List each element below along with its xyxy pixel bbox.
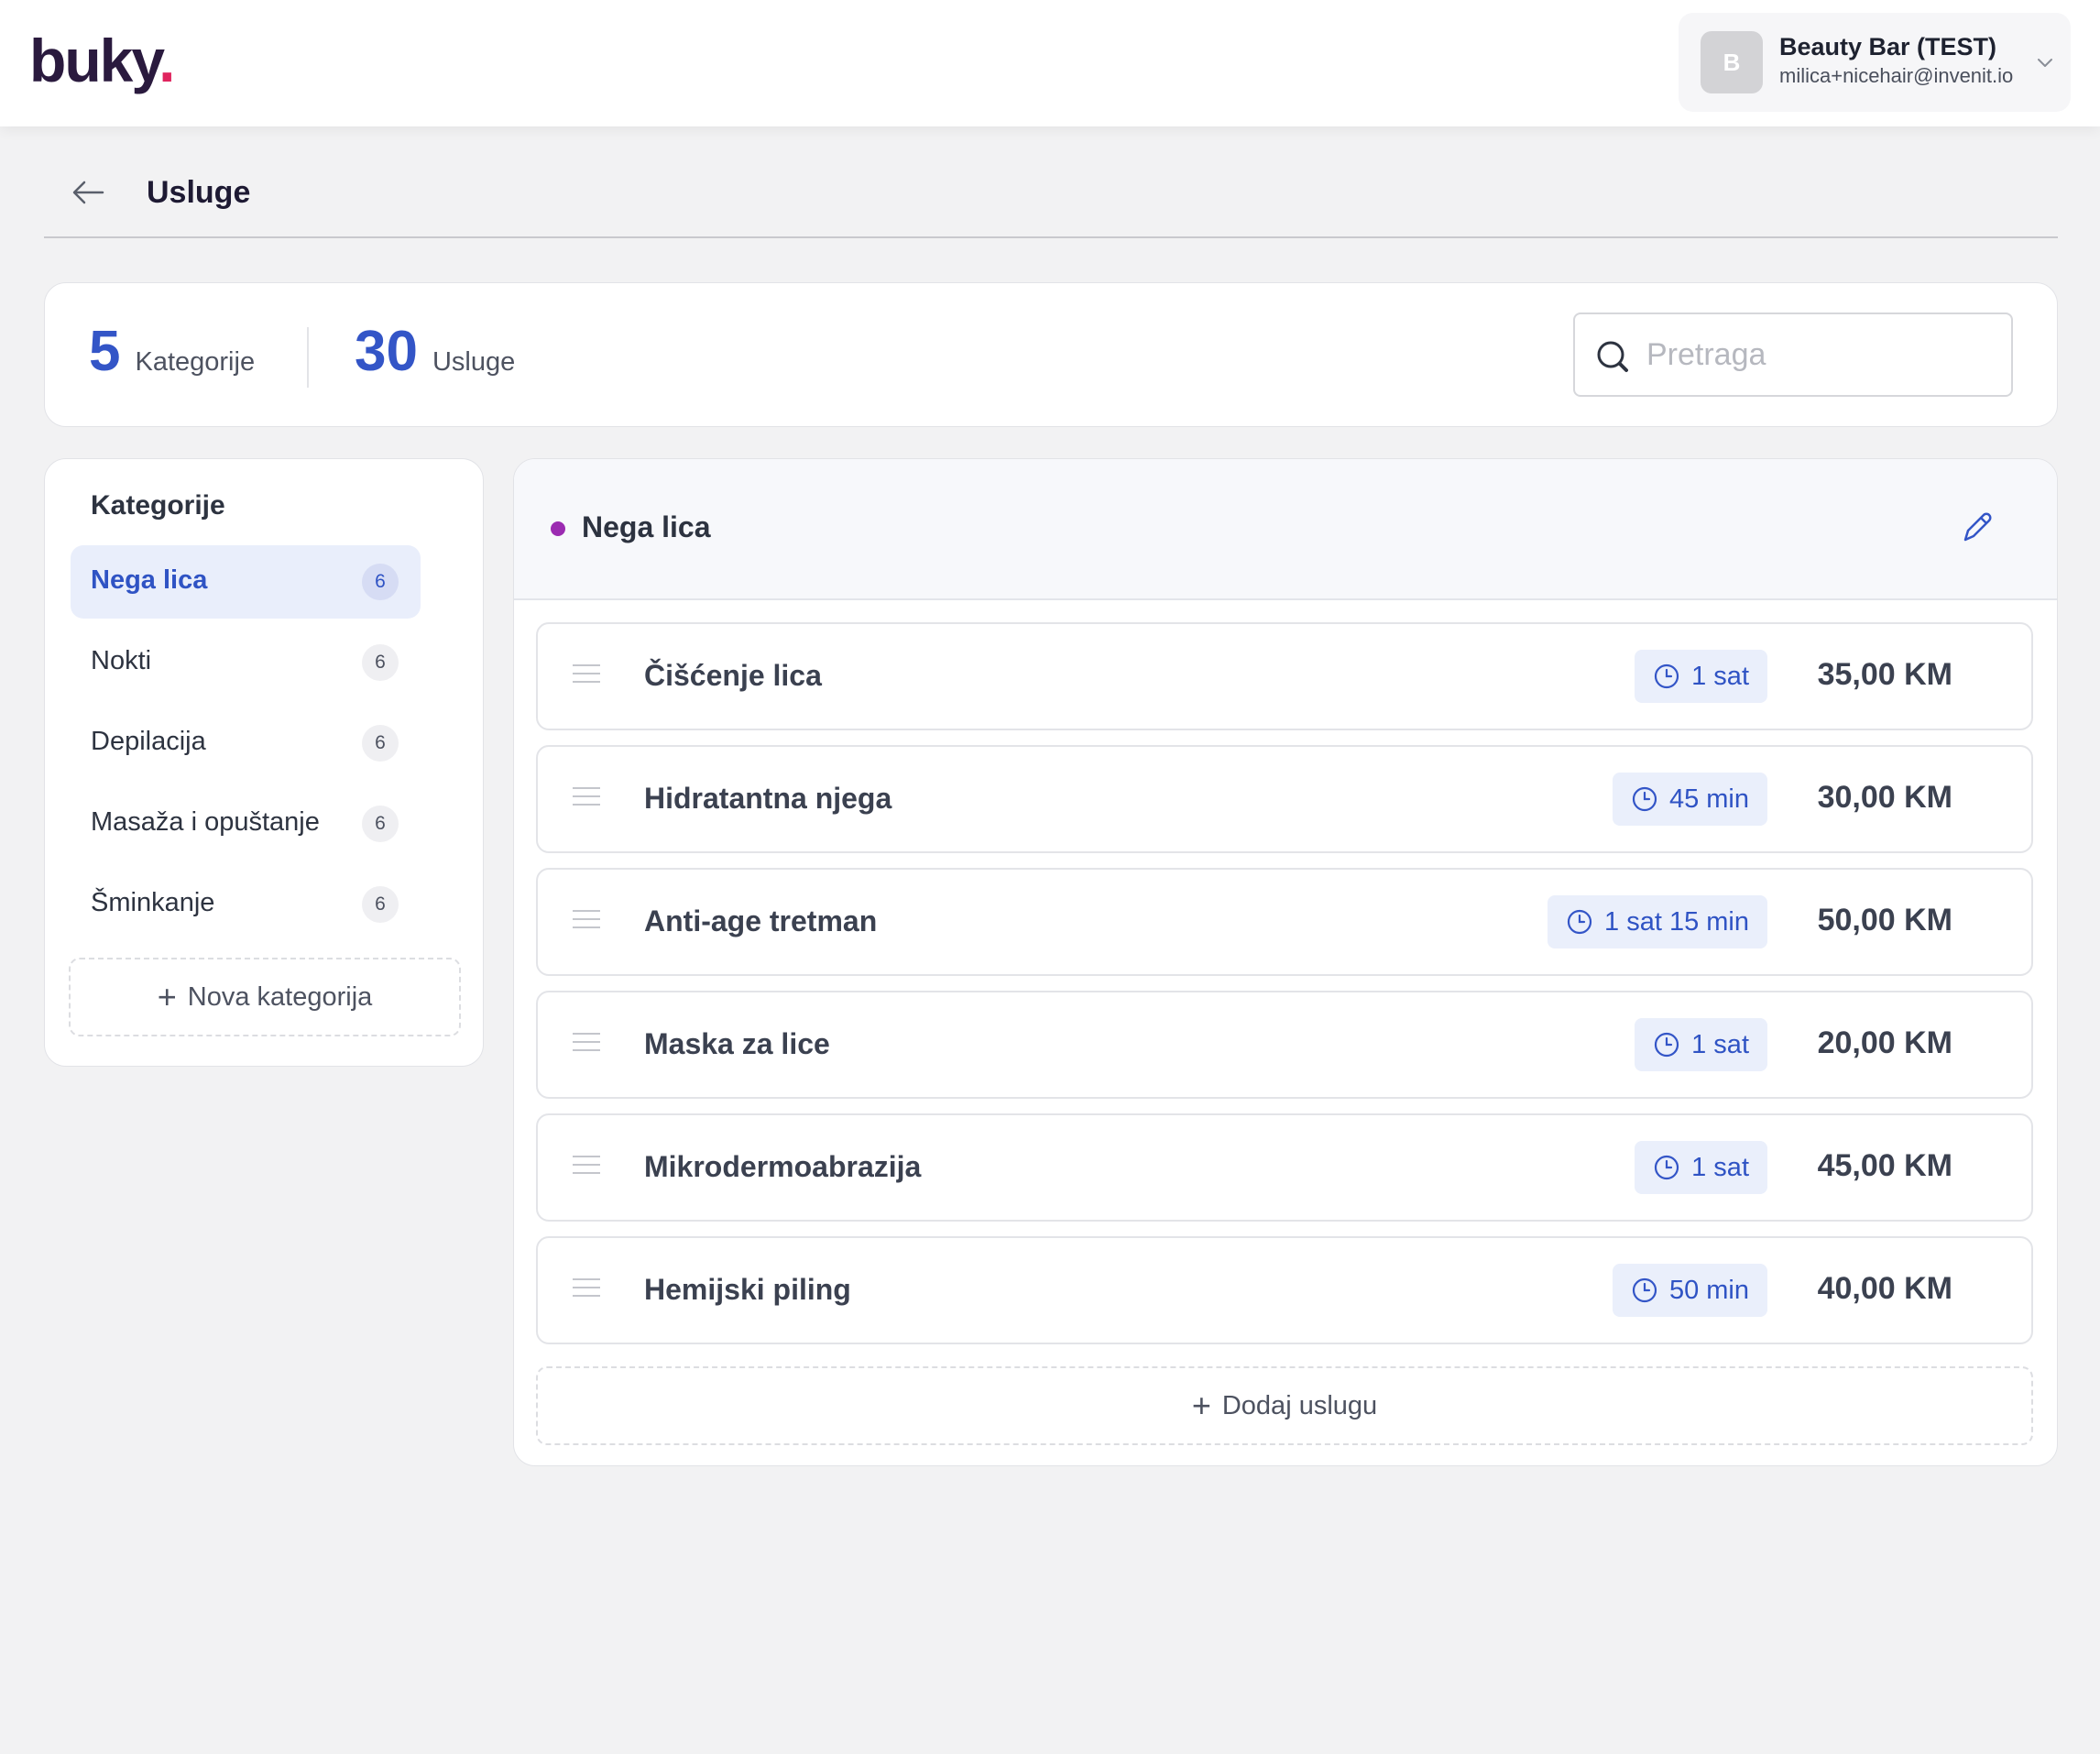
category-count-badge: 6 (362, 725, 399, 762)
account-name: Beauty Bar (TEST) (1779, 33, 1997, 60)
services-count: 30 (355, 320, 418, 383)
service-row[interactable]: Hidratantna njega 45 min 30,00 KM (536, 745, 2033, 853)
buky-logo[interactable]: buky. (29, 27, 176, 94)
clock-icon (1632, 1277, 1657, 1303)
service-price: 45,00 KM (1817, 1148, 1952, 1183)
pencil-icon[interactable] (1958, 509, 1996, 547)
duration-text: 50 min (1668, 1275, 1749, 1305)
logo-dot: . (159, 27, 175, 94)
service-name: Anti-age tretman (644, 904, 878, 937)
category-label: Depilacija (91, 727, 206, 756)
category-item-nega-lica[interactable]: Nega lica 6 (71, 545, 421, 619)
service-name: Čišćenje lica (644, 659, 822, 692)
duration-text: 1 sat (1691, 1029, 1749, 1059)
category-count-badge: 6 (362, 644, 399, 681)
category-label: Masaža i opuštanje (91, 807, 320, 837)
clock-icon (1655, 663, 1679, 689)
plus-icon: + (157, 978, 177, 1015)
duration-text: 45 min (1668, 784, 1749, 814)
page-title: Usluge (147, 175, 251, 210)
service-price: 20,00 KM (1817, 1025, 1952, 1060)
service-name: Hemijski piling (644, 1273, 851, 1306)
duration-text: 1 sat 15 min (1604, 906, 1749, 937)
service-price: 30,00 KM (1817, 780, 1952, 815)
drag-handle-icon[interactable] (573, 1156, 600, 1179)
duration-badge: 1 sat 15 min (1548, 895, 1767, 948)
drag-handle-icon[interactable] (573, 1278, 600, 1302)
duration-badge: 1 sat (1635, 1018, 1767, 1071)
drag-handle-icon[interactable] (573, 664, 600, 688)
services-panel: Nega lica Čišćenje lica 1 sat 35,00 KM H… (513, 458, 2058, 1466)
category-label: Nega lica (91, 565, 208, 595)
service-row[interactable]: Anti-age tretman 1 sat 15 min 50,00 KM (536, 868, 2033, 976)
categories-count: 5 (89, 320, 121, 383)
services-stat: 30 Usluge (355, 323, 515, 380)
duration-badge: 1 sat (1635, 650, 1767, 703)
chevron-down-icon[interactable] (2034, 51, 2056, 73)
duration-badge: 45 min (1612, 773, 1767, 826)
categories-panel: Kategorije Nega lica 6 Nokti 6 Depilacij… (44, 458, 484, 1067)
selected-category-title: Nega lica (582, 510, 711, 543)
service-price: 40,00 KM (1817, 1271, 1952, 1306)
back-button[interactable] (64, 172, 112, 213)
drag-handle-icon[interactable] (573, 787, 600, 811)
category-item-masaza[interactable]: Masaža i opuštanje 6 (71, 787, 421, 861)
categories-stat-label: Kategorije (135, 347, 256, 377)
stat-separator (307, 327, 309, 388)
service-row[interactable]: Čišćenje lica 1 sat 35,00 KM (536, 622, 2033, 730)
category-label: Šminkanje (91, 888, 215, 917)
category-header: Nega lica (514, 459, 2057, 600)
category-item-sminkanje[interactable]: Šminkanje 6 (71, 868, 421, 941)
duration-text: 1 sat (1691, 1152, 1749, 1182)
category-item-nokti[interactable]: Nokti 6 (71, 626, 421, 699)
clock-icon (1632, 786, 1657, 812)
service-name: Maska za lice (644, 1027, 830, 1060)
search-input[interactable] (1646, 323, 1995, 386)
duration-badge: 1 sat (1635, 1141, 1767, 1194)
add-service-label: Dodaj uslugu (1221, 1390, 1378, 1420)
new-category-label: Nova kategorija (187, 981, 373, 1012)
top-bar: buky. B Beauty Bar (TEST) milica+nicehai… (0, 0, 2100, 126)
search-box[interactable] (1573, 312, 2013, 397)
account-switcher[interactable]: B Beauty Bar (TEST) milica+nicehair@inve… (1679, 13, 2071, 112)
category-item-depilacija[interactable]: Depilacija 6 (71, 707, 421, 780)
drag-handle-icon[interactable] (573, 910, 600, 934)
services-stat-label: Usluge (432, 347, 516, 377)
service-name: Mikrodermoabrazija (644, 1150, 922, 1183)
service-row[interactable]: Hemijski piling 50 min 40,00 KM (536, 1236, 2033, 1344)
account-email: milica+nicehair@invenit.io (1779, 64, 2014, 87)
drag-handle-icon[interactable] (573, 1033, 600, 1057)
category-label: Nokti (91, 646, 152, 675)
plus-icon: + (1191, 1387, 1211, 1424)
category-count-badge: 6 (362, 806, 399, 842)
header-divider (44, 236, 2058, 238)
logo-text: buky (29, 27, 160, 94)
category-count-badge: 6 (362, 886, 399, 923)
clock-icon (1655, 1032, 1679, 1058)
avatar: B (1701, 31, 1763, 93)
clock-icon (1655, 1155, 1679, 1180)
service-name: Hidratantna njega (644, 782, 892, 815)
duration-text: 1 sat (1691, 661, 1749, 691)
service-price: 50,00 KM (1817, 903, 1952, 937)
category-color-dot (551, 521, 565, 536)
add-service-button[interactable]: + Dodaj uslugu (536, 1366, 2033, 1445)
categories-title: Kategorije (91, 490, 225, 521)
clock-icon (1567, 909, 1592, 935)
stats-card: 5 Kategorije 30 Usluge (44, 282, 2058, 427)
new-category-button[interactable]: + Nova kategorija (69, 958, 461, 1036)
category-count-badge: 6 (362, 564, 399, 600)
service-row[interactable]: Mikrodermoabrazija 1 sat 45,00 KM (536, 1113, 2033, 1222)
search-icon (1597, 341, 1628, 372)
service-price: 35,00 KM (1817, 657, 1952, 692)
duration-badge: 50 min (1612, 1264, 1767, 1317)
service-row[interactable]: Maska za lice 1 sat 20,00 KM (536, 991, 2033, 1099)
categories-stat: 5 Kategorije (89, 323, 255, 380)
arrow-left-icon (72, 181, 104, 204)
